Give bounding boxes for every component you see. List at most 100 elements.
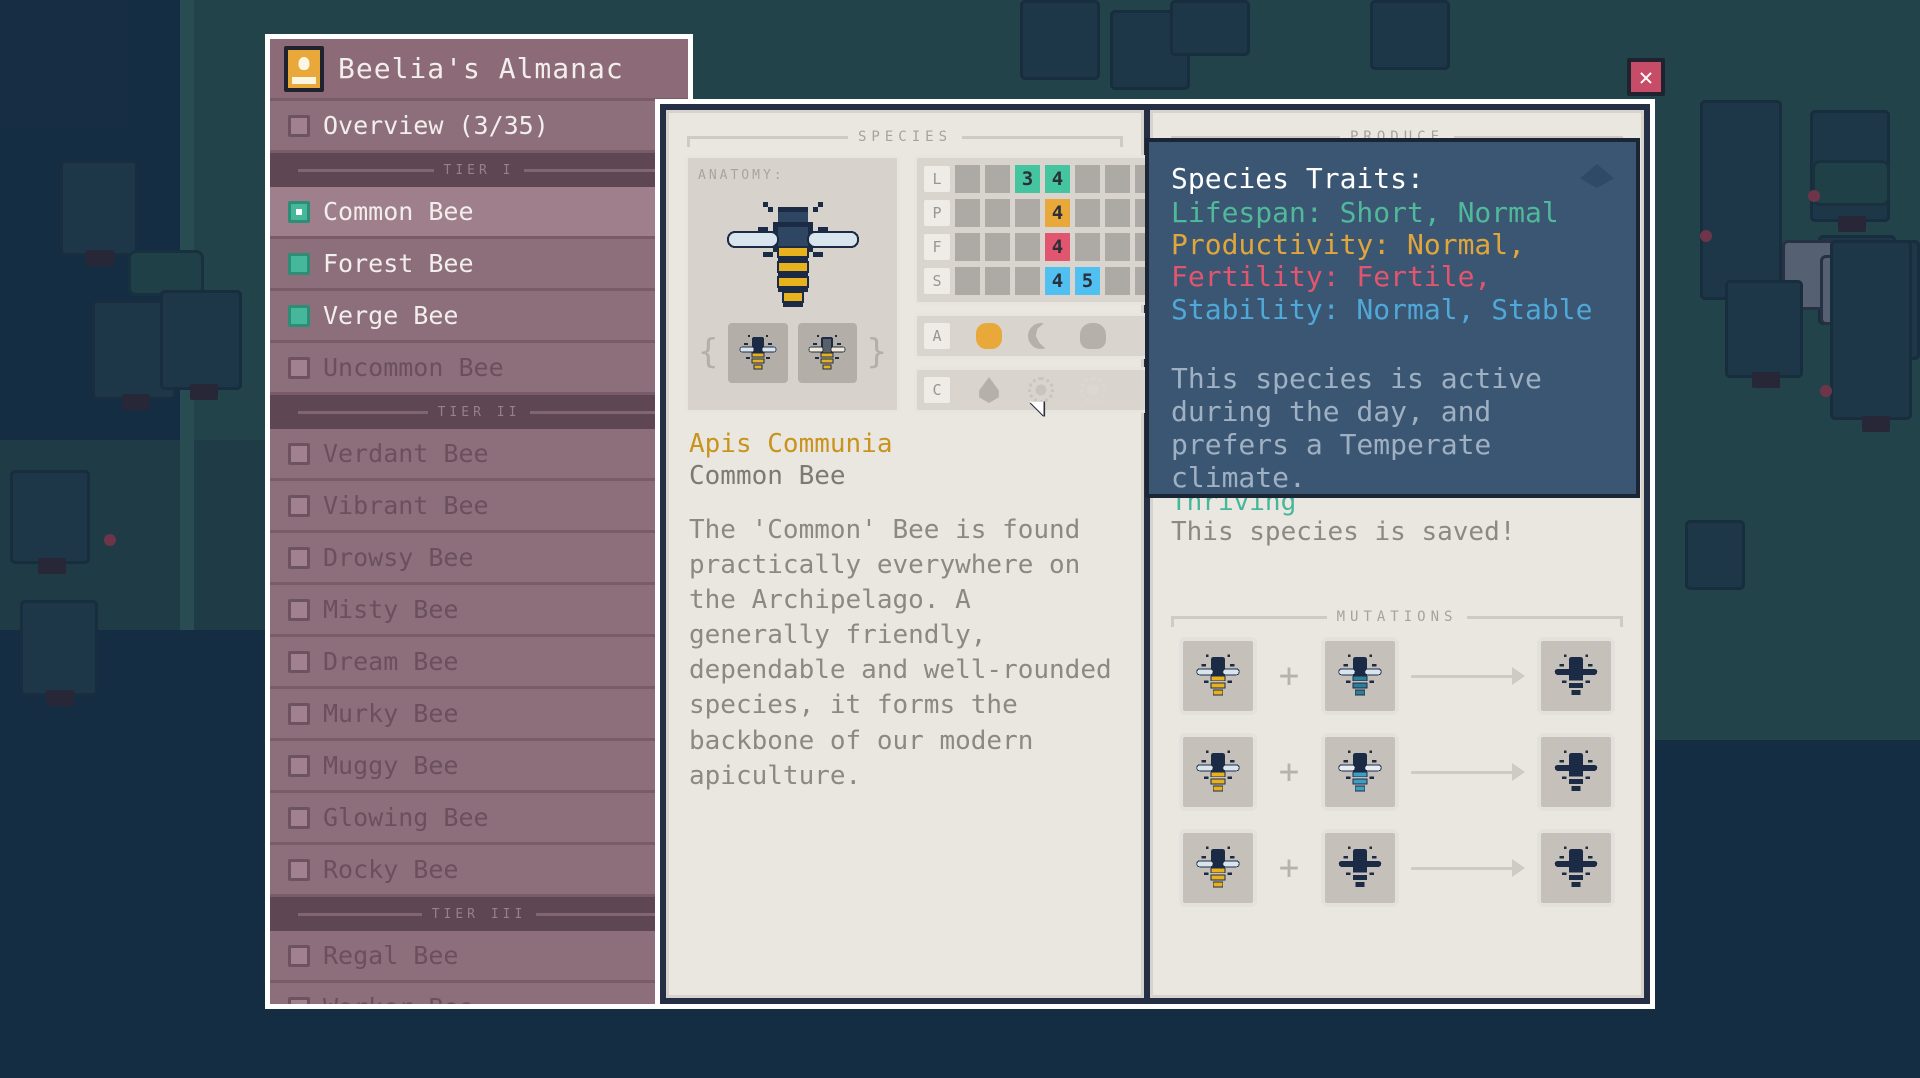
variant-slot-1[interactable]	[728, 323, 788, 383]
stat-key-icon: L	[924, 166, 950, 192]
sidebar-item-regal-bee[interactable]: Regal Bee	[270, 931, 688, 983]
stat-key-icon: P	[924, 200, 950, 226]
stat-cell	[1015, 233, 1040, 261]
sun-icon[interactable]	[976, 323, 1002, 349]
cloud-icon[interactable]	[1080, 323, 1106, 349]
checkbox-icon	[288, 806, 310, 829]
stat-row-fertility[interactable]: F 4	[924, 233, 1160, 261]
sidebar-item-label: Forest Bee	[323, 249, 474, 278]
anatomy-label: ANATOMY:	[698, 168, 785, 183]
tooltip-title: Species Traits:	[1171, 162, 1424, 195]
sidebar-item-rocky-bee[interactable]: Rocky Bee	[270, 845, 688, 897]
stat-cell	[1105, 233, 1130, 261]
tier-divider: TIER I	[270, 153, 688, 187]
brace-left-icon: {	[698, 332, 719, 373]
mutation-child-unknown[interactable]	[1537, 733, 1615, 811]
tier-divider: TIER II	[270, 395, 688, 429]
mutation-parent-a-common-bee[interactable]	[1179, 829, 1257, 907]
mutation-parent-a-common-bee[interactable]	[1179, 733, 1257, 811]
sidebar-item-forest-bee[interactable]: Forest Bee	[270, 239, 688, 291]
stat-row-stability[interactable]: S 4 5	[924, 267, 1160, 295]
arrow-icon	[1399, 667, 1537, 685]
mutation-child-unknown[interactable]	[1537, 637, 1615, 715]
species-section-header: SPECIES	[669, 113, 1141, 151]
sidebar-item-worker-bee[interactable]: Worker Bee	[270, 983, 688, 1009]
sidebar-item-verdant-bee[interactable]: Verdant Bee	[270, 429, 688, 481]
activity-group: A	[914, 313, 1170, 359]
sidebar-item-uncommon-bee[interactable]: Uncommon Bee	[270, 343, 688, 395]
sidebar-item-common-bee[interactable]: Common Bee	[270, 187, 688, 239]
stat-cell	[1075, 233, 1100, 261]
tooltip-fertility: Fertility: Fertile,	[1171, 260, 1492, 294]
mutation-parent-b-forest-bee[interactable]	[1321, 637, 1399, 715]
tier-label: TIER I	[443, 162, 515, 178]
sidebar-item-label: Drowsy Bee	[323, 543, 474, 572]
tooltip-productivity: Productivity: Normal,	[1171, 228, 1526, 262]
stat-cell	[1105, 165, 1130, 193]
checkbox-icon	[288, 200, 310, 223]
checkbox-icon	[288, 598, 310, 621]
checkbox-icon	[288, 996, 310, 1004]
sidebar-item-label: Overview (3/35)	[323, 111, 549, 140]
checkbox-icon	[288, 252, 310, 275]
mutation-parent-a-common-bee[interactable]	[1179, 637, 1257, 715]
sidebar-item-label: Dream Bee	[323, 647, 459, 676]
species-traits-tooltip: Species Traits: Lifespan: Short, Normal …	[1145, 138, 1640, 498]
stat-cell	[955, 165, 980, 193]
tier-label: TIER II	[437, 404, 521, 420]
sidebar-item-drowsy-bee[interactable]: Drowsy Bee	[270, 533, 688, 585]
species-sidebar[interactable]: Beelia's Almanac Overview (3/35) TIER I …	[265, 34, 693, 1009]
moon-icon[interactable]	[1028, 323, 1047, 349]
checkbox-icon	[288, 114, 310, 137]
sidebar-item-muggy-bee[interactable]: Muggy Bee	[270, 741, 688, 793]
activity-key-icon: A	[924, 323, 950, 349]
sidebar-item-label: Uncommon Bee	[323, 353, 504, 382]
stat-cell	[985, 233, 1010, 261]
checkbox-icon	[288, 702, 310, 725]
stat-cell	[985, 199, 1010, 227]
sidebar-item-misty-bee[interactable]: Misty Bee	[270, 585, 688, 637]
checkbox-icon	[288, 858, 310, 881]
variant-slot-2[interactable]	[797, 323, 857, 383]
mutation-row: +	[1179, 733, 1615, 811]
stats-box: L 3 4 P 4 F 4 S 4 5 A C	[914, 155, 1170, 413]
droplet-icon[interactable]	[979, 377, 999, 403]
conservation-note: This species is saved!	[1171, 517, 1516, 547]
sidebar-item-overview[interactable]: Overview (3/35)	[270, 101, 688, 153]
tooltip-stability: Stability: Normal, Stable	[1171, 292, 1593, 326]
mutation-parent-b-unknown[interactable]	[1321, 829, 1399, 907]
tooltip-lifespan: Lifespan: Short, Normal	[1171, 196, 1559, 229]
mutation-parent-b-verge-bee[interactable]	[1321, 733, 1399, 811]
checkbox-icon	[288, 754, 310, 777]
stat-cell: 3	[1015, 165, 1040, 193]
stat-row-productivity[interactable]: P 4	[924, 199, 1160, 227]
plus-icon: +	[1278, 656, 1300, 696]
book-icon	[284, 45, 324, 92]
checkbox-icon	[288, 944, 310, 967]
stat-key-icon: F	[924, 234, 950, 260]
sidebar-item-label: Worker Bee	[323, 993, 474, 1009]
mutations-grid: + + +	[1153, 631, 1641, 907]
tooltip-body: This species is active during the day, a…	[1171, 361, 1542, 494]
arrow-icon	[1399, 763, 1537, 781]
sidebar-item-glowing-bee[interactable]: Glowing Bee	[270, 793, 688, 845]
sidebar-item-murky-bee[interactable]: Murky Bee	[270, 689, 688, 741]
sidebar-item-label: Verge Bee	[323, 301, 459, 330]
close-button[interactable]: ✕	[1627, 58, 1665, 96]
mutation-child-unknown[interactable]	[1537, 829, 1615, 907]
activity-row[interactable]: A	[924, 323, 1160, 349]
arid-sun-icon[interactable]	[1080, 377, 1106, 403]
page-title: Beelia's Almanac	[338, 52, 624, 85]
window-header: Beelia's Almanac	[270, 39, 688, 101]
sidebar-item-label: Murky Bee	[323, 699, 459, 728]
mutation-row: +	[1179, 637, 1615, 715]
species-text-block: Apis Communia Common Bee The 'Common' Be…	[669, 413, 1141, 794]
stat-cell	[955, 199, 980, 227]
stat-cell	[955, 233, 980, 261]
stat-cell: 4	[1045, 165, 1070, 193]
sidebar-item-dream-bee[interactable]: Dream Bee	[270, 637, 688, 689]
sidebar-item-label: Vibrant Bee	[323, 491, 489, 520]
stat-row-lifespan[interactable]: L 3 4	[924, 165, 1160, 193]
sidebar-item-vibrant-bee[interactable]: Vibrant Bee	[270, 481, 688, 533]
sidebar-item-verge-bee[interactable]: Verge Bee	[270, 291, 688, 343]
